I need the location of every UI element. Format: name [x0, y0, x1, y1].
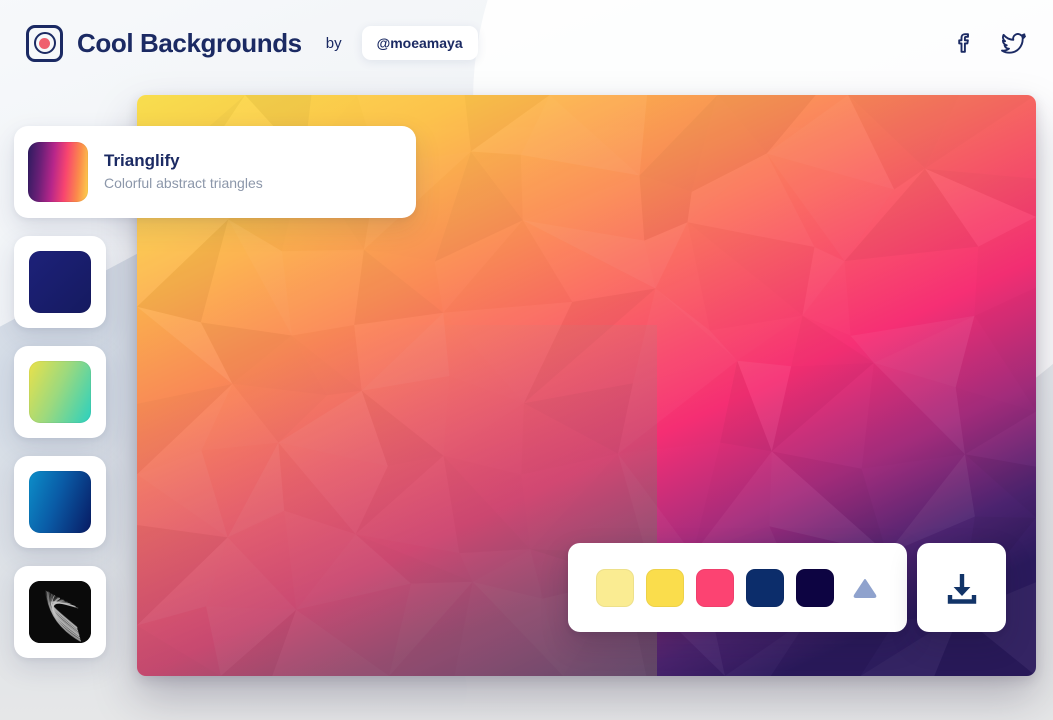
thumbnail-trianglify — [28, 142, 88, 202]
twitter-icon[interactable] — [1001, 31, 1027, 55]
sidebar-item-title: Trianglify — [104, 150, 180, 170]
author-handle-badge[interactable]: @moeamaya — [361, 26, 478, 60]
triangle-icon[interactable] — [850, 573, 880, 603]
sidebar-item-trianglify[interactable]: Trianglify Colorful abstract triangles — [14, 126, 416, 218]
download-button[interactable] — [917, 543, 1006, 632]
by-label: by — [325, 34, 342, 52]
palette-swatch-2[interactable] — [645, 568, 684, 607]
thumbnail-swatch-yellow-teal — [29, 361, 91, 423]
logo-dot — [39, 37, 50, 49]
thumbnail-swatch-blue-navy — [29, 471, 91, 533]
editor-toolbar — [568, 543, 1006, 632]
swirl-pattern — [29, 581, 91, 643]
thumbnail-swatch-mono-swirl — [29, 581, 91, 643]
social-links — [953, 31, 1027, 55]
facebook-icon[interactable] — [953, 31, 975, 55]
page-title: Cool Backgrounds — [77, 27, 302, 58]
sidebar-item-text: Trianglify Colorful abstract triangles — [104, 150, 263, 194]
color-palette-panel — [568, 543, 907, 632]
app-header: Cool Backgrounds by @moeamaya — [0, 0, 1053, 86]
sidebar-item-swatch-navy[interactable] — [14, 236, 106, 328]
palette-swatch-5[interactable] — [795, 568, 834, 607]
sidebar-item-swatch-blue-navy[interactable] — [14, 456, 106, 548]
triangle-glyph — [853, 578, 876, 598]
sidebar-item-subtitle: Colorful abstract triangles — [104, 175, 263, 192]
background-style-sidebar: Trianglify Colorful abstract triangles — [14, 126, 424, 676]
logo-ring — [33, 32, 56, 54]
palette-swatch-4[interactable] — [745, 568, 784, 607]
app-logo-icon — [26, 24, 63, 62]
download-icon — [947, 573, 976, 604]
thumbnail-swatch-navy — [29, 251, 91, 313]
palette-swatch-1[interactable] — [595, 568, 634, 607]
brand: Cool Backgrounds by @moeamaya — [26, 24, 478, 62]
palette-swatch-3[interactable] — [695, 568, 734, 607]
sidebar-item-swatch-yellow-teal[interactable] — [14, 346, 106, 438]
sidebar-item-swatch-mono-swirl[interactable] — [14, 566, 106, 658]
